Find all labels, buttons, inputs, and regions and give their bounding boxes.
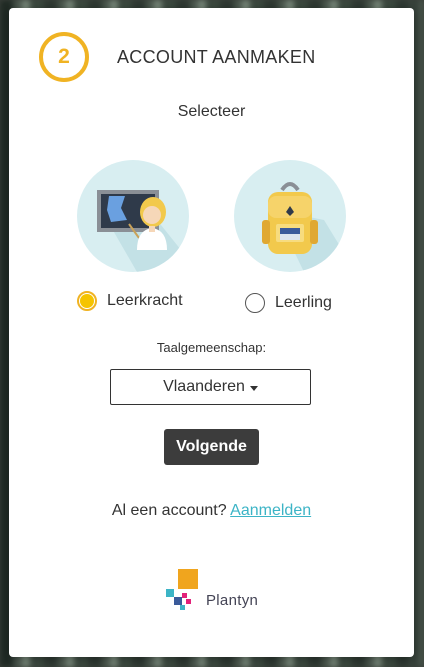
language-selected-value: Vlaanderen [163, 378, 245, 395]
role-radio-teacher[interactable]: Leerkracht [77, 291, 183, 311]
role-radio-student[interactable]: Leerling [245, 293, 332, 313]
language-dropdown[interactable]: Vlaanderen [110, 369, 311, 405]
language-label: Taalgemeenschap: [156, 340, 267, 355]
teacher-radio-label: Leerkracht [107, 292, 183, 309]
register-card: 2 ACCOUNT AANMAKEN Selecteer Leerkracht … [9, 8, 414, 657]
student-option-image[interactable] [234, 160, 346, 272]
teacher-radio[interactable] [77, 291, 97, 311]
brand: Plantyn [166, 567, 258, 611]
teacher-icon [97, 190, 189, 272]
login-prompt: Al een account? [111, 502, 227, 519]
step-badge: 2 [39, 32, 89, 82]
teacher-option-image[interactable] [77, 160, 189, 272]
brand-name: Plantyn [206, 592, 259, 609]
step-number: 2 [58, 45, 70, 68]
plantyn-logo-icon [166, 569, 198, 610]
student-radio-label: Leerling [275, 294, 332, 311]
backpack-icon [262, 182, 346, 272]
login-prompt-line: Al een account? Aanmelden [9, 502, 414, 520]
student-radio[interactable] [245, 293, 265, 313]
page-title: ACCOUNT AANMAKEN [117, 47, 316, 67]
caret-down-icon [249, 385, 258, 391]
next-button[interactable]: Volgende [164, 429, 259, 465]
login-link[interactable]: Aanmelden [230, 502, 311, 519]
select-prompt: Selecteer [177, 103, 246, 120]
